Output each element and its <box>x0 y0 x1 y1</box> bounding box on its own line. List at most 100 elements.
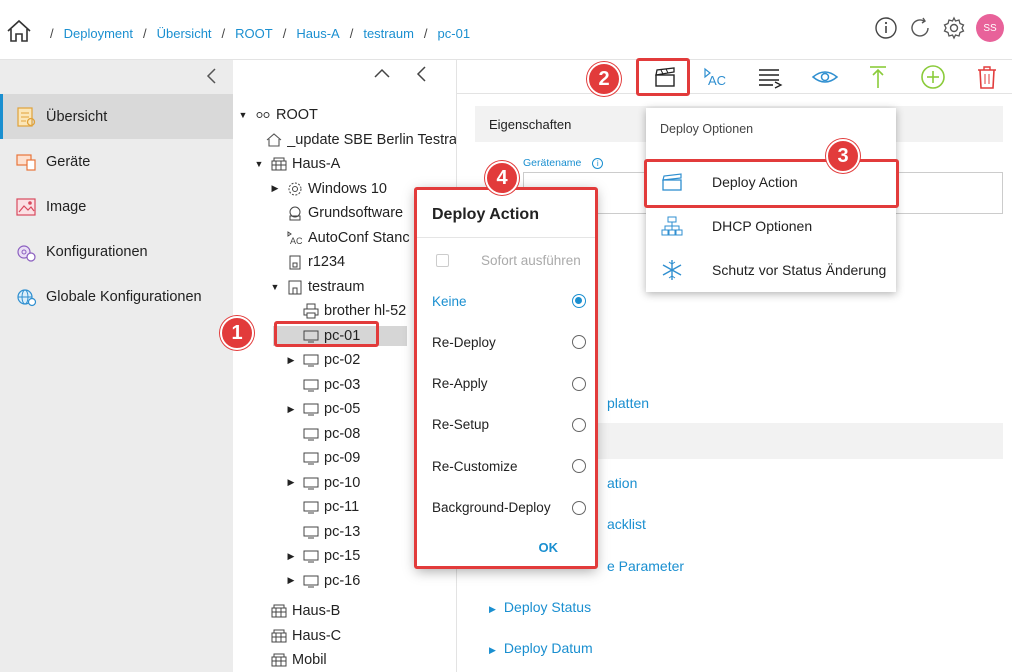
tree-node[interactable]: ▶ pc-16 <box>233 569 456 594</box>
room-icon <box>287 279 303 295</box>
menu-item-status-protection[interactable]: Schutz vor Status Änderung <box>646 248 896 292</box>
tree-node-label: Windows 10 <box>308 180 387 197</box>
refresh-icon[interactable] <box>908 16 932 40</box>
menu-item-dhcp-options[interactable]: DHCP Optionen <box>646 204 896 248</box>
annotation-box-4 <box>414 187 598 569</box>
printer-icon <box>303 303 319 319</box>
autoconf-icon: AC <box>287 230 303 246</box>
autoconf-button[interactable]: AC <box>702 64 732 90</box>
sidebar-item-label: Übersicht <box>46 108 108 125</box>
tree-node[interactable]: ▼ Haus-A <box>233 152 456 177</box>
tree-node-label: pc-10 <box>324 474 361 491</box>
breadcrumb-deployment[interactable]: Deployment <box>64 26 133 41</box>
expanded-arrow-icon[interactable]: ▼ <box>269 282 281 292</box>
annotation-badge-3: 3 <box>826 139 860 173</box>
svg-text:AC: AC <box>290 236 303 246</box>
upload-button[interactable] <box>863 64 893 90</box>
breadcrumb-root[interactable]: ROOT <box>235 26 273 41</box>
tree-node-label: pc-05 <box>324 401 361 418</box>
collapse-sidebar-icon[interactable] <box>205 68 219 84</box>
tree-node-label: testraum <box>308 278 365 295</box>
collapsed-arrow-icon[interactable]: ▶ <box>285 575 297 586</box>
breadcrumb-testraum[interactable]: testraum <box>363 26 414 41</box>
section-partial-3[interactable]: acklist <box>607 516 646 532</box>
section-partial-4[interactable]: e Parameter <box>607 558 684 574</box>
delete-button[interactable] <box>972 64 1002 90</box>
home-icon[interactable] <box>6 19 32 43</box>
tree-node-label: Mobil <box>292 652 327 669</box>
trash-icon <box>978 66 996 89</box>
image-icon <box>14 195 38 219</box>
computer-icon <box>303 524 319 540</box>
chevron-up-icon[interactable] <box>373 66 391 80</box>
sidebar-item-configurations[interactable]: Konfigurationen <box>0 229 233 274</box>
sidebar-item-image[interactable]: Image <box>0 184 233 229</box>
breadcrumb-haus-a[interactable]: Haus-A <box>296 26 339 41</box>
gear-icon[interactable] <box>942 16 966 40</box>
computer-icon <box>303 475 319 491</box>
computer-icon <box>303 499 319 515</box>
computer-icon <box>303 450 319 466</box>
tree-node-label: pc-09 <box>324 450 361 467</box>
info-icon[interactable] <box>874 16 898 40</box>
sidebar-item-devices[interactable]: Geräte <box>0 139 233 184</box>
svg-text:AC: AC <box>708 73 726 88</box>
section-deploy-date[interactable]: ▶ Deploy Datum <box>489 640 593 656</box>
computer-icon <box>303 573 319 589</box>
tree-node-label: Grundsoftware <box>308 205 404 222</box>
tree-node-label: AutoConf Stanc <box>308 229 410 246</box>
sidebar-item-label: Konfigurationen <box>46 243 148 260</box>
sidebar-item-overview[interactable]: Übersicht <box>0 94 233 139</box>
tree-node[interactable]: ▼ ROOT <box>233 103 456 128</box>
root-icon <box>255 107 271 123</box>
building-icon <box>271 652 287 668</box>
expanded-arrow-icon[interactable]: ▼ <box>237 110 249 120</box>
tree-node-label: pc-02 <box>324 352 361 369</box>
tree-node-label: ROOT <box>276 107 318 124</box>
list-view-button[interactable] <box>755 64 785 90</box>
section-partial-2[interactable]: ation <box>607 475 637 491</box>
tree-node-label: r1234 <box>308 254 346 271</box>
tree-node-label: Haus-B <box>292 603 341 620</box>
breadcrumb-overview[interactable]: Übersicht <box>157 26 212 41</box>
device-icon <box>287 254 303 270</box>
tree-node[interactable]: Mobil <box>233 648 456 672</box>
tree-node[interactable]: Haus-B <box>233 599 456 624</box>
sidebar: Übersicht Geräte Image Konfigurationen G… <box>0 60 233 672</box>
computer-icon <box>303 352 319 368</box>
computer-icon <box>303 401 319 417</box>
building-icon <box>271 628 287 644</box>
building-icon <box>271 603 287 619</box>
add-button[interactable] <box>918 64 948 90</box>
plus-circle-icon <box>921 65 945 89</box>
collapsed-arrow-icon[interactable]: ▶ <box>285 551 297 562</box>
annotation-box-1 <box>274 321 379 347</box>
overview-icon <box>14 105 38 129</box>
user-avatar[interactable]: SS <box>976 14 1004 42</box>
annotation-badge-4: 4 <box>485 161 519 195</box>
section-deploy-status[interactable]: ▶ Deploy Status <box>489 599 591 615</box>
eye-icon <box>811 71 839 83</box>
annotation-badge-1: 1 <box>220 316 254 350</box>
annotation-box-2 <box>636 58 690 96</box>
collapsed-arrow-icon[interactable]: ▶ <box>285 477 297 488</box>
collapsed-arrow-icon[interactable]: ▶ <box>269 183 281 194</box>
list-icon <box>759 69 783 89</box>
view-button[interactable] <box>810 64 840 90</box>
computer-icon <box>303 426 319 442</box>
chevron-left-icon[interactable] <box>415 66 429 82</box>
breadcrumb-pc-01[interactable]: pc-01 <box>438 26 471 41</box>
collapsed-arrow-icon[interactable]: ▶ <box>285 355 297 366</box>
collapsed-arrow-icon[interactable]: ▶ <box>285 404 297 415</box>
tree-node[interactable]: _update SBE Berlin Testra <box>233 128 456 153</box>
menu-title: Deploy Optionen <box>660 122 754 136</box>
info-small-icon: i <box>592 158 604 169</box>
computer-icon <box>303 377 319 393</box>
tree-node[interactable]: Haus-C <box>233 624 456 649</box>
breadcrumb: / Deployment / Übersicht / ROOT / Haus-A… <box>50 26 471 41</box>
expanded-arrow-icon[interactable]: ▼ <box>253 159 265 169</box>
sidebar-item-global-configurations[interactable]: Globale Konfigurationen <box>0 274 233 319</box>
section-partial-1[interactable]: platten <box>607 395 649 411</box>
tree-node-label: Haus-C <box>292 627 342 644</box>
tree-node-label: pc-08 <box>324 425 361 442</box>
